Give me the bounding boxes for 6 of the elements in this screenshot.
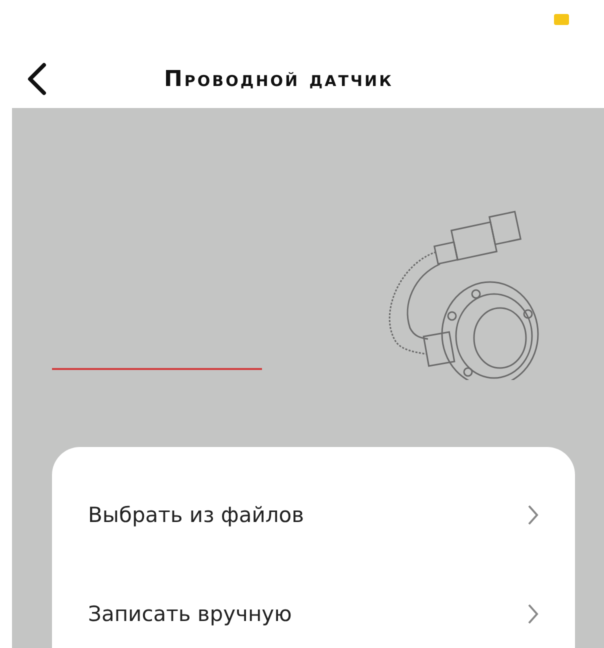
chevron-icon: [527, 602, 539, 624]
menu-option[interactable]: Выбрать из файлов: [52, 465, 575, 564]
menu-option[interactable]: Записать вручную: [52, 564, 575, 648]
chevron-icon: [527, 504, 539, 526]
screen-title: Проводной датчик: [164, 66, 394, 92]
status-indicator: [554, 14, 569, 25]
